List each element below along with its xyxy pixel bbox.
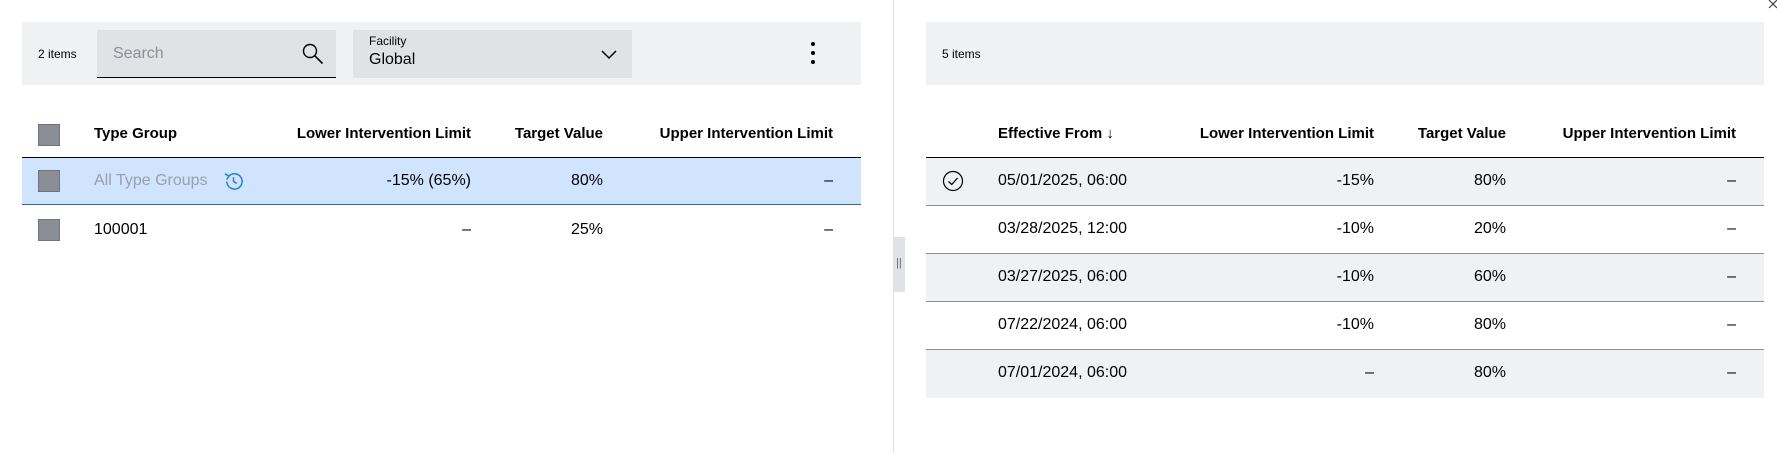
chevron-down-icon — [601, 50, 617, 60]
splitter-grip: || — [896, 257, 902, 269]
left-toolbar: 2 items Search Facility Global — [22, 22, 861, 85]
row-effective-from: 03/27/2025, 06:00 — [998, 268, 1128, 285]
row-upper-limit: – — [1727, 172, 1736, 189]
row-target-value: 80% — [1473, 172, 1506, 189]
column-header-lower-limit[interactable]: Lower Intervention Limit — [1160, 125, 1374, 142]
row-effective-from: 03/28/2025, 12:00 — [998, 220, 1128, 237]
select-all-checkbox[interactable] — [38, 124, 60, 146]
close-icon[interactable] — [1766, 0, 1777, 11]
column-header-lower-limit[interactable]: Lower Intervention Limit — [262, 125, 471, 142]
row-target-value: 20% — [1473, 220, 1506, 237]
search-icon[interactable] — [302, 43, 324, 65]
check-circle-icon — [942, 170, 964, 192]
row-effective-from: 07/01/2024, 06:00 — [998, 364, 1128, 381]
facility-value: Global — [369, 51, 416, 68]
row-type-group: 100001 — [94, 221, 148, 238]
row-lower-limit: -15% (65%) — [386, 172, 471, 189]
item-count: 5 items — [942, 47, 981, 61]
column-header-target-value[interactable]: Target Value — [497, 125, 603, 142]
row-upper-limit: – — [1727, 268, 1736, 285]
row-lower-limit: -10% — [1336, 268, 1374, 285]
row-effective-from: 05/01/2025, 06:00 — [998, 172, 1128, 189]
search-placeholder: Search — [113, 45, 164, 62]
row-target-value: 80% — [1473, 364, 1506, 381]
row-checkbox[interactable] — [38, 219, 60, 241]
row-upper-limit: – — [1727, 316, 1736, 333]
row-lower-limit: – — [1365, 364, 1374, 381]
row-upper-limit: – — [1727, 364, 1736, 381]
column-header-upper-limit[interactable]: Upper Intervention Limit — [625, 125, 833, 142]
row-target-value: 80% — [570, 172, 603, 189]
row-lower-limit: -15% — [1336, 172, 1374, 189]
history-icon[interactable] — [222, 170, 245, 193]
row-type-group: All Type Groups — [94, 172, 208, 189]
right-toolbar: 5 items — [926, 22, 1764, 85]
more-options-button[interactable] — [808, 42, 818, 66]
row-lower-limit: -10% — [1336, 220, 1374, 237]
row-lower-limit: – — [462, 221, 471, 238]
facility-label: Facility — [369, 34, 407, 48]
item-count: 2 items — [38, 47, 77, 61]
row-upper-limit: – — [824, 172, 833, 189]
splitter-handle[interactable]: || — [893, 237, 905, 292]
pane-divider — [893, 0, 894, 453]
row-upper-limit: – — [824, 221, 833, 238]
column-header-upper-limit[interactable]: Upper Intervention Limit — [1530, 125, 1736, 142]
facility-select[interactable]: Facility Global — [353, 30, 632, 78]
search-input[interactable]: Search — [97, 30, 336, 78]
row-lower-limit: -10% — [1336, 316, 1374, 333]
row-target-value: 60% — [1473, 268, 1506, 285]
row-upper-limit: – — [1727, 220, 1736, 237]
row-effective-from: 07/22/2024, 06:00 — [998, 316, 1128, 333]
row-target-value: 80% — [1473, 316, 1506, 333]
row-checkbox[interactable] — [38, 170, 60, 192]
row-target-value: 25% — [570, 221, 603, 238]
column-header-effective-from[interactable]: Effective From ↓ — [998, 125, 1114, 142]
column-header-type-group[interactable]: Type Group — [94, 125, 177, 142]
column-header-target-value[interactable]: Target Value — [1400, 125, 1506, 142]
